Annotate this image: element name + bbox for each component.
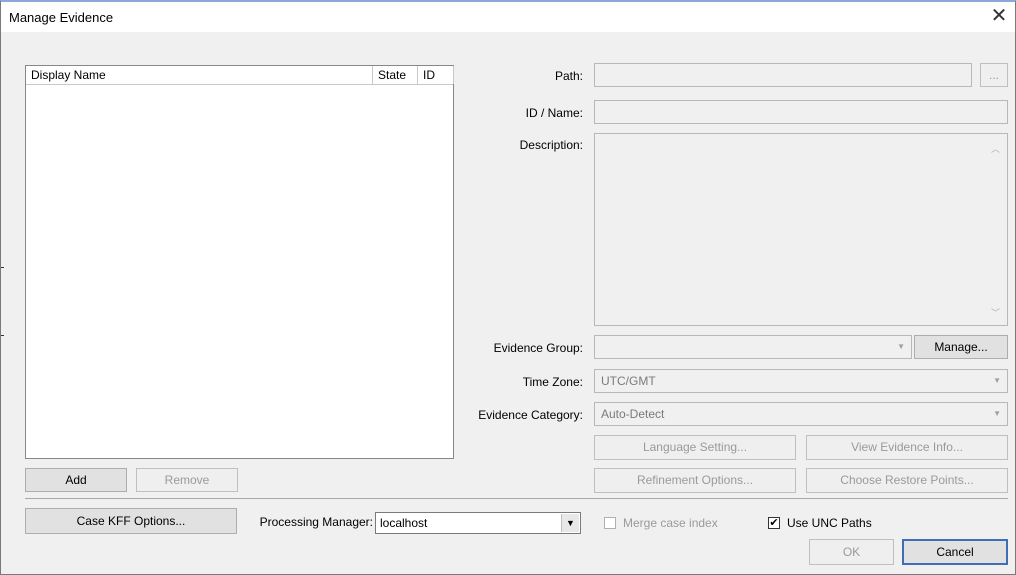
ok-button[interactable]: OK [809, 539, 894, 565]
case-kff-options-button[interactable]: Case KFF Options... [25, 508, 237, 534]
manage-evidence-dialog: Manage Evidence ✕ Display Name State ID … [0, 0, 1016, 575]
view-evidence-info-button[interactable]: View Evidence Info... [806, 435, 1008, 460]
path-label: Path: [554, 69, 583, 83]
title-bar: Manage Evidence ✕ [1, 2, 1015, 32]
time-zone-value: UTC/GMT [601, 374, 656, 388]
id-name-label: ID / Name: [525, 106, 583, 120]
processing-manager-value: localhost [380, 516, 428, 530]
evidence-list[interactable]: Display Name State ID [25, 65, 454, 459]
evidence-category-label: Evidence Category: [478, 408, 583, 422]
cancel-button[interactable]: Cancel [902, 539, 1008, 565]
browse-button[interactable]: ... [980, 63, 1008, 87]
column-header-id[interactable]: ID [418, 66, 454, 84]
merge-case-index-label: Merge case index [623, 516, 718, 530]
evidence-group-label: Evidence Group: [493, 341, 583, 355]
chevron-down-icon[interactable]: ▼ [561, 514, 579, 532]
merge-case-index-checkbox[interactable] [604, 517, 616, 529]
column-header-state[interactable]: State [373, 66, 418, 84]
close-icon[interactable]: ✕ [983, 2, 1015, 32]
list-header: Display Name State ID [26, 66, 454, 85]
evidence-category-value: Auto-Detect [601, 407, 665, 421]
chevron-down-icon: ▼ [897, 342, 905, 351]
frame-marker [1, 267, 4, 268]
chevron-up-icon[interactable]: ︿ [991, 142, 1000, 155]
add-button[interactable]: Add [25, 468, 127, 492]
processing-manager-label: Processing Manager: [259, 515, 373, 529]
evidence-group-select[interactable]: ▼ [594, 335, 912, 359]
frame-marker [1, 335, 4, 336]
chevron-down-icon[interactable]: ﹀ [991, 306, 1000, 319]
check-icon: ✔ [769, 517, 779, 529]
manage-button[interactable]: Manage... [914, 335, 1008, 359]
language-setting-button[interactable]: Language Setting... [594, 435, 796, 460]
path-field[interactable] [594, 63, 972, 87]
chevron-down-icon: ▼ [993, 409, 1001, 418]
column-header-display-name[interactable]: Display Name [26, 66, 373, 84]
time-zone-select[interactable]: UTC/GMT ▼ [594, 369, 1008, 393]
chevron-down-icon: ▼ [993, 376, 1001, 385]
id-name-field[interactable] [594, 100, 1008, 124]
use-unc-paths-label: Use UNC Paths [787, 516, 872, 530]
description-field[interactable]: ︿ ﹀ [594, 133, 1008, 326]
remove-button[interactable]: Remove [136, 468, 238, 492]
evidence-category-select[interactable]: Auto-Detect ▼ [594, 402, 1008, 426]
choose-restore-points-button[interactable]: Choose Restore Points... [806, 468, 1008, 493]
use-unc-paths-checkbox[interactable]: ✔ [768, 517, 780, 529]
footer-divider [25, 498, 1008, 499]
time-zone-label: Time Zone: [522, 375, 583, 389]
dialog-title: Manage Evidence [9, 10, 114, 25]
processing-manager-select[interactable]: localhost ▼ [375, 512, 581, 534]
description-label: Description: [519, 138, 583, 152]
refinement-options-button[interactable]: Refinement Options... [594, 468, 796, 493]
